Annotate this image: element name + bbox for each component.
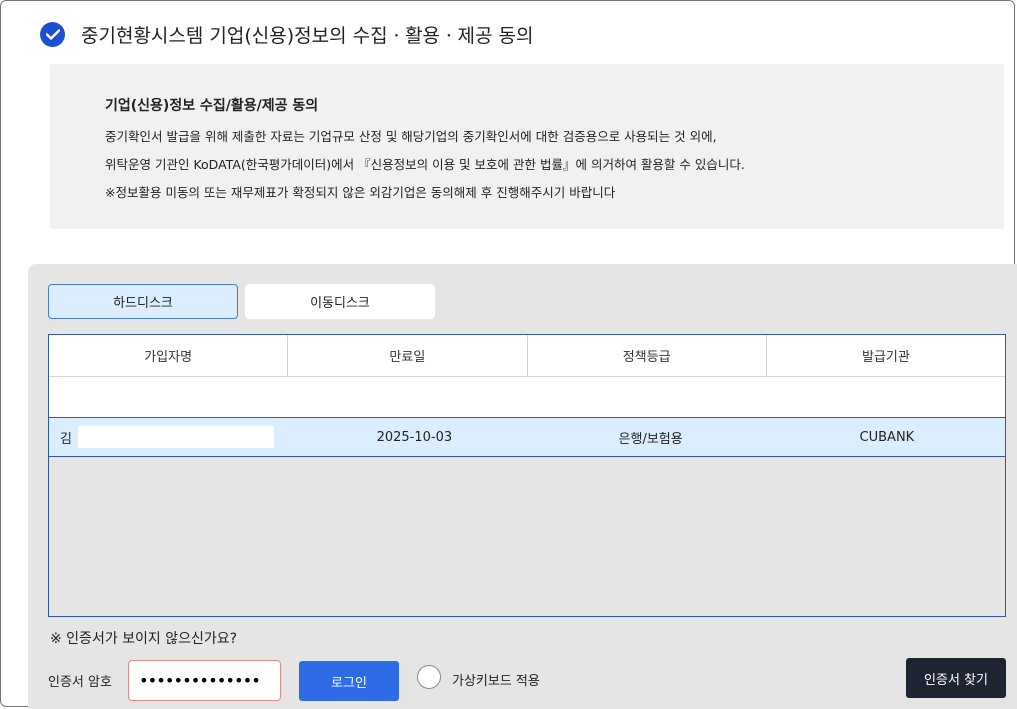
- cert-not-visible-link[interactable]: ※ 인증서가 보이지 않으신가요?: [50, 628, 237, 648]
- cell-issuer: CUBANK: [859, 429, 915, 445]
- table-header: 가입자명 만료일 정책등급 발급기관: [49, 335, 1005, 377]
- login-button[interactable]: 로그인: [299, 661, 399, 701]
- column-header-policy: 정책등급: [528, 335, 767, 376]
- column-header-issuer: 발급기관: [861, 350, 910, 365]
- header: 중기현황시스템 기업(신용)정보의 수집ㆍ활용ㆍ제공 동의: [40, 20, 533, 48]
- cell-subscriber: 김: [49, 418, 296, 456]
- tab-hard-disk[interactable]: 하드디스크: [48, 284, 238, 319]
- cell-policy: 은행/보험용: [618, 431, 683, 447]
- page-title: 중기현황시스템 기업(신용)정보의 수집ㆍ활용ㆍ제공 동의: [81, 24, 534, 47]
- subscriber-name: 김: [60, 431, 72, 447]
- notice-line: 중기확인서 발급을 위해 제출한 자료는 기업규모 산정 및 해당기업의 중기확…: [105, 129, 717, 144]
- tab-removable-disk[interactable]: 이동디스크: [245, 284, 435, 319]
- certificate-table: 가입자명 만료일 정책등급 발급기관 김 2025-10-03 은행/보험용 C…: [48, 334, 1006, 617]
- virtual-keyboard-label: 가상키보드 적용: [452, 674, 540, 689]
- column-header-expiry: 만료일: [288, 335, 528, 376]
- virtual-keyboard-radio[interactable]: [417, 665, 441, 689]
- password-input[interactable]: [128, 660, 281, 701]
- column-header-subscriber: 가입자명: [49, 335, 289, 376]
- table-row[interactable]: 김 2025-10-03 은행/보험용 CUBANK: [49, 417, 1005, 457]
- cell-expiry: 2025-10-03: [376, 429, 453, 445]
- find-certificate-button[interactable]: 인증서 찾기: [906, 658, 1006, 698]
- table-spacer-row: [49, 377, 1005, 417]
- consent-notice: 기업(신용)정보 수집/활용/제공 동의 중기확인서 발급을 위해 제출한 자료…: [50, 64, 1004, 229]
- redacted-block: [77, 426, 274, 448]
- password-label: 인증서 암호: [48, 675, 112, 690]
- notice-line: 위탁운영 기관인 KoDATA(한국평가데이터)에서 『신용정보의 이용 및 보…: [105, 157, 745, 172]
- notice-title: 기업(신용)정보 수집/활용/제공 동의: [105, 98, 319, 114]
- check-circle-icon: [40, 21, 65, 47]
- notice-line: ※정보활용 미동의 또는 재무제표가 확정되지 않은 외감기업은 동의해제 후 …: [105, 185, 616, 200]
